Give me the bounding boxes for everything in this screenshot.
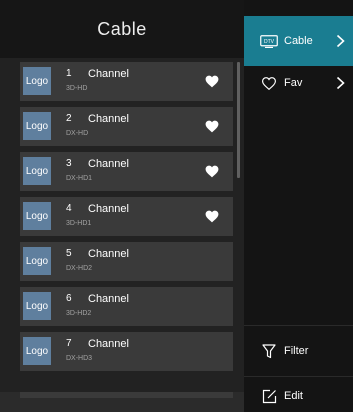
channel-logo: Logo	[23, 292, 51, 320]
channel-name: Channel	[88, 113, 129, 125]
panel-title: Cable	[0, 0, 244, 58]
channel-number: 1	[66, 68, 72, 79]
menu-item-fav[interactable]: Fav	[244, 58, 353, 108]
svg-text:DTV: DTV	[264, 39, 275, 45]
channel-name: Channel	[88, 338, 129, 350]
channel-logo: Logo	[23, 337, 51, 365]
partial-row	[20, 392, 233, 398]
heart-filled-icon	[205, 120, 219, 133]
channel-subtitle: DX-HD2	[66, 265, 93, 272]
channel-logo: Logo	[23, 202, 51, 230]
channel-subtitle: 3D-HD1	[66, 220, 92, 227]
channel-number: 3	[66, 158, 72, 169]
channel-name: Channel	[88, 293, 129, 305]
heart-filled-icon	[205, 75, 219, 88]
edit-icon	[260, 389, 278, 403]
tv-icon: DTV	[260, 34, 278, 48]
channel-logo: Logo	[23, 247, 51, 275]
channel-row[interactable]: Logo 5 Channel DX-HD2	[20, 242, 233, 281]
channel-name: Channel	[88, 248, 129, 260]
heart-outline-icon	[260, 76, 278, 90]
list-bottom-strip	[0, 392, 244, 412]
menu-item-edit[interactable]: Edit	[244, 371, 353, 412]
channel-number: 6	[66, 293, 72, 304]
channel-row[interactable]: Logo 3 Channel DX-HD1	[20, 152, 233, 191]
scrollbar[interactable]	[237, 62, 240, 178]
side-menu: DTV Cable Fav Filter Edit	[244, 0, 353, 412]
menu-label-edit: Edit	[284, 390, 303, 402]
channel-number: 5	[66, 248, 72, 259]
channel-number: 2	[66, 113, 72, 124]
heart-filled-icon	[205, 165, 219, 178]
channel-logo: Logo	[23, 157, 51, 185]
channel-list-panel: Cable Logo 1 Channel 3D-HD Logo 2 Channel DX-HD…	[0, 0, 244, 412]
channel-subtitle: 3D-HD	[66, 85, 88, 92]
channel-row[interactable]: Logo 1 Channel 3D-HD	[20, 62, 233, 101]
channel-row[interactable]: Logo 6 Channel 3D-HD2	[20, 287, 233, 326]
channel-logo: Logo	[23, 67, 51, 95]
channel-logo: Logo	[23, 112, 51, 140]
chevron-right-icon	[336, 76, 345, 90]
filter-icon	[260, 343, 278, 358]
channel-row[interactable]: Logo 4 Channel 3D-HD1	[20, 197, 233, 236]
menu-label-filter: Filter	[284, 345, 309, 357]
channel-subtitle: DX-HD	[66, 130, 89, 137]
channel-list: Logo 1 Channel 3D-HD Logo 2 Channel DX-HD Logo 3 C…	[20, 62, 233, 377]
channel-number: 7	[66, 338, 72, 349]
channel-number: 4	[66, 203, 72, 214]
chevron-right-icon	[336, 34, 345, 48]
channel-row[interactable]: Logo 7 Channel DX-HD3	[20, 332, 233, 371]
menu-item-filter[interactable]: Filter	[244, 326, 353, 376]
channel-row[interactable]: Logo 2 Channel DX-HD	[20, 107, 233, 146]
menu-label-fav: Fav	[284, 77, 303, 89]
heart-filled-icon	[205, 210, 219, 223]
channel-name: Channel	[88, 68, 129, 80]
channel-name: Channel	[88, 158, 129, 170]
channel-subtitle: DX-HD1	[66, 175, 93, 182]
menu-label-cable: Cable	[284, 35, 313, 47]
channel-subtitle: 3D-HD2	[66, 310, 92, 317]
channel-name: Channel	[88, 203, 129, 215]
channel-subtitle: DX-HD3	[66, 355, 93, 362]
